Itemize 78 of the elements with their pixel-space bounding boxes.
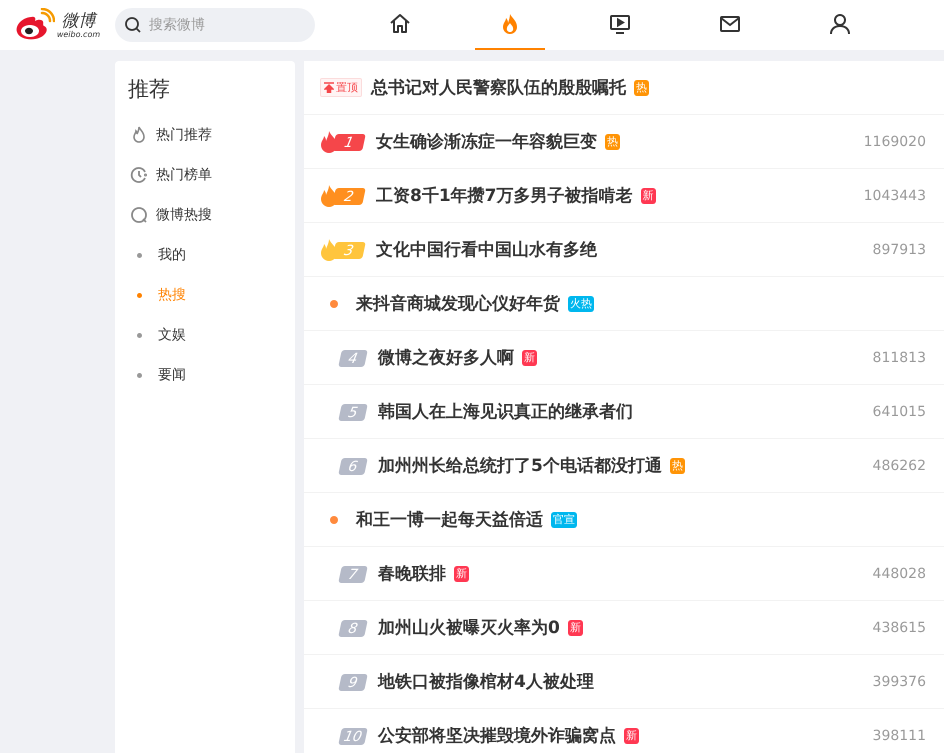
topic-title: 加州山火被曝灭火率为0 [378,617,560,639]
hot-search-row[interactable]: 6 加州州长给总统打了5个电话都没打通 热 486262 [304,439,944,493]
heat-count: 438615 [872,620,926,636]
hot-search-row[interactable]: 3 文化中国行看中国山水有多绝 897913 [304,223,944,277]
promo-dot-icon [330,300,338,308]
pinned-tag: 置顶 [320,78,362,97]
rank-number: 5 [338,404,368,420]
rank-number: 10 [338,728,368,744]
topic-title: 公安部将坚决摧毁境外诈骗窝点 [378,725,616,747]
hot-search-row[interactable]: 10 公安部将坚决摧毁境外诈骗窝点 新 398111 [304,709,944,753]
label-badge: 新 [568,620,583,636]
label-badge: 新 [640,188,656,204]
rank-number: 3 [332,242,366,258]
rank-number: 7 [338,566,368,582]
hot-search-row[interactable]: 7 春晚联排 新 448028 [304,547,944,601]
sidebar-item[interactable]: 微博热搜 [128,195,295,235]
topic-title: 地铁口被指像棺材4人被处理 [378,671,594,693]
rank-number: 6 [338,458,368,474]
search-icon [130,206,148,224]
rank-number: 8 [338,620,368,636]
topic-title: 韩国人在上海见识真正的继承者们 [378,401,633,423]
logo-text: weibo.com [56,30,100,38]
hot-search-row[interactable]: 2 工资8千1年攒7万多男子被指啃老 新 1043443 [304,169,944,223]
heat-count: 811813 [872,350,926,366]
heat-count: 641015 [872,404,926,420]
label-badge: 热 [605,134,620,150]
topic-title: 春晚联排 [378,563,446,585]
sidebar-item[interactable]: 要闻 [128,355,295,395]
topic-title: 来抖音商城发现心仪好年货 [356,293,560,315]
heat-count: 448028 [872,566,926,582]
sidebar-title: 推荐 [128,76,171,103]
hot-search-row[interactable]: 5 韩国人在上海见识真正的继承者们 641015 [304,385,944,439]
hot-search-row[interactable]: 和王一博一起每天益倍适 官宣 [304,493,944,547]
logo-name: 微博 [61,12,96,30]
hot-search-row[interactable]: 1 女生确诊渐冻症一年容貌巨变 热 1169020 [304,115,944,169]
label-badge: 热 [670,458,685,474]
pin-up-icon [324,82,334,93]
label-badge: 火热 [568,296,594,312]
search-field[interactable]: 搜索微博 [115,8,315,42]
label-badge: 热 [634,80,649,96]
logo-icon [14,8,55,42]
label-badge: 新 [624,728,639,744]
flame-icon [130,126,148,144]
label-badge: 新 [454,566,469,582]
label-badge: 新 [522,350,537,366]
topic-title: 和王一博一起每天益倍适 [356,509,543,531]
heat-count: 486262 [872,458,926,474]
heat-count: 1169020 [864,134,926,150]
play-screen-icon [608,12,632,36]
topic-title: 微博之夜好多人啊 [378,347,514,369]
hot-search-row[interactable]: 来抖音商城发现心仪好年货 火热 [304,277,944,331]
rank-number: 4 [338,350,368,366]
rank-number: 1 [332,134,366,150]
sidebar-item[interactable]: 热门榜单 [128,155,295,195]
hot-search-row[interactable]: 置顶 总书记对人民警察队伍的殷殷嘱托 热 [304,61,944,115]
heat-count: 398111 [872,728,926,744]
topic-title: 女生确诊渐冻症一年容貌巨变 [376,131,597,153]
sidebar-item[interactable]: 文娱 [128,315,295,355]
hot-search-row[interactable]: 9 地铁口被指像棺材4人被处理 399376 [304,655,944,709]
hot-search-row[interactable]: 8 加州山火被曝灭火率为0 新 438615 [304,601,944,655]
clock-icon [130,166,148,184]
label-badge: 官宣 [551,512,577,528]
topic-title: 总书记对人民警察队伍的殷殷嘱托 [371,77,626,99]
rank-number: 2 [332,188,366,204]
topic-title: 加州州长给总统打了5个电话都没打通 [378,455,662,477]
hot-search-row[interactable]: 4 微博之夜好多人啊 新 811813 [304,331,944,385]
heat-count: 1043443 [864,188,926,204]
search-icon [124,16,142,34]
home-icon [388,12,412,36]
heat-count: 399376 [872,674,926,690]
rank-number: 9 [338,674,368,690]
topic-title: 文化中国行看中国山水有多绝 [376,239,597,261]
topic-title: 工资8千1年攒7万多男子被指啃老 [376,185,632,207]
user-icon [828,12,852,36]
sidebar-item[interactable]: 我的 [128,235,295,275]
heat-count: 897913 [872,242,926,258]
promo-dot-icon [330,516,338,524]
sidebar-item[interactable]: 热门推荐 [128,115,295,155]
